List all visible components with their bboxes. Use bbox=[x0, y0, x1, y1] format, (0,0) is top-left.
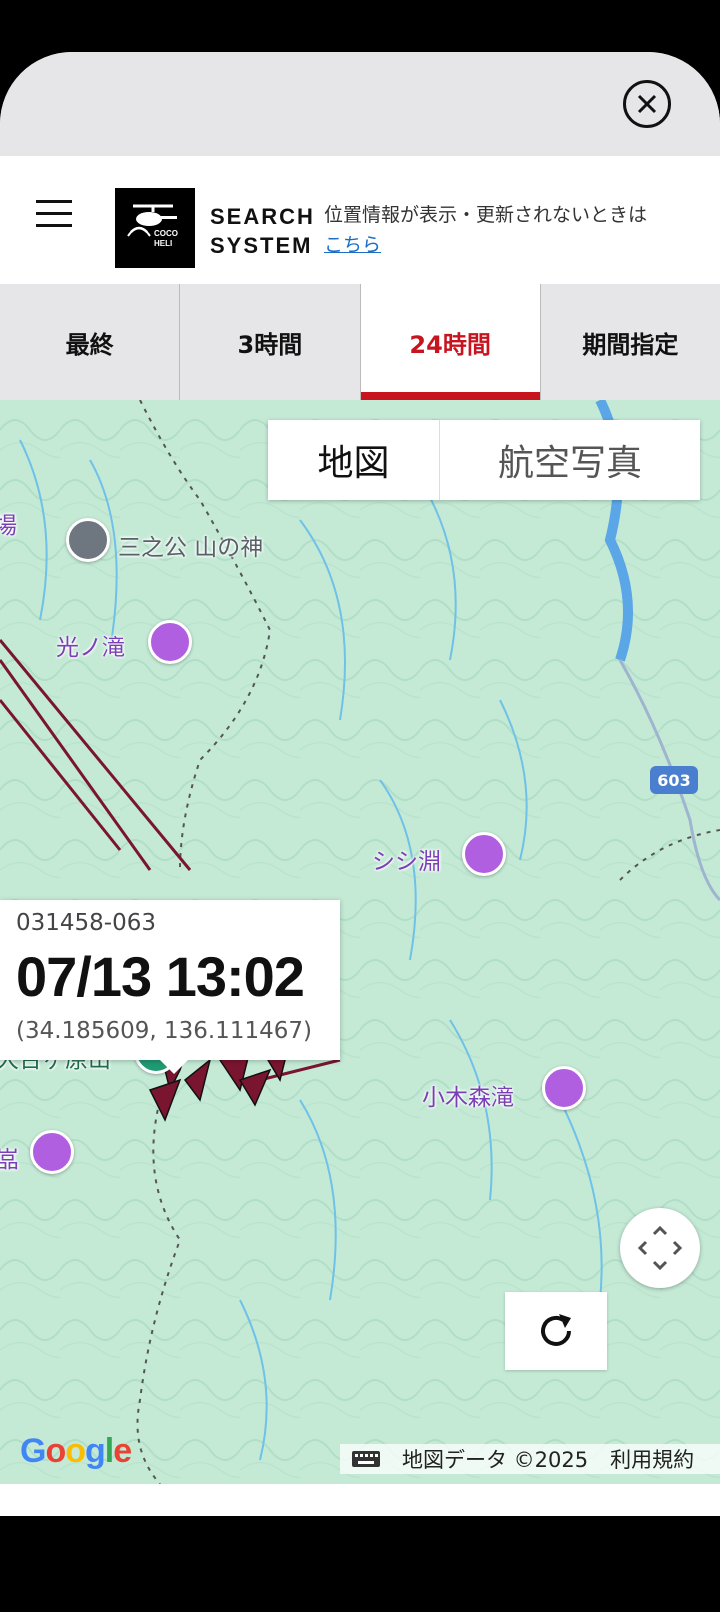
time-range-tabs: 最終 3時間 24時間 期間指定 bbox=[0, 284, 720, 400]
brand-name: SEARCH SYSTEM bbox=[210, 202, 315, 260]
brand-line-1: SEARCH bbox=[210, 204, 315, 229]
poi-label-partial: 場 bbox=[0, 513, 17, 539]
sheet-bottom bbox=[0, 1484, 720, 1516]
close-icon bbox=[637, 94, 657, 114]
road-number-badge: 603 bbox=[650, 766, 698, 794]
tab-custom-range[interactable]: 期間指定 bbox=[540, 284, 720, 400]
poi-icon[interactable] bbox=[30, 1130, 74, 1174]
poi-label-sannoko[interactable]: 三之公 山の神 bbox=[118, 528, 263, 562]
poi-label-partial-2[interactable]: 嵓 bbox=[0, 1140, 19, 1174]
svg-text:COCO: COCO bbox=[154, 229, 178, 238]
move-arrows-icon bbox=[638, 1226, 682, 1270]
hamburger-menu-button[interactable] bbox=[36, 200, 72, 228]
map-attribution: 地図データ ©2025 利用規約 bbox=[340, 1444, 720, 1474]
poi-icon[interactable] bbox=[462, 832, 506, 876]
sheet-handle-bar bbox=[0, 52, 720, 156]
poi-label-kogimori[interactable]: 小木森滝 bbox=[422, 1078, 514, 1112]
device-id: 031458-063 bbox=[16, 910, 156, 936]
poi-icon[interactable] bbox=[148, 620, 192, 664]
map-type-satellite-button[interactable]: 航空写真 bbox=[440, 420, 700, 500]
location-hint: 位置情報が表示・更新されないときは こちら bbox=[324, 200, 647, 260]
map-type-map-button[interactable]: 地図 bbox=[268, 420, 440, 500]
tab-last[interactable]: 最終 bbox=[0, 284, 181, 400]
poi-icon[interactable] bbox=[542, 1066, 586, 1110]
bottom-sheet: COCO HELI SEARCH SYSTEM 位置情報が表示・更新されないとき… bbox=[0, 52, 720, 1516]
hint-text: 位置情報が表示・更新されないときは bbox=[324, 204, 648, 226]
close-button[interactable] bbox=[623, 80, 671, 128]
poi-label-hikarinotaki[interactable]: 光ノ滝 bbox=[56, 628, 125, 662]
shrine-icon[interactable] bbox=[66, 518, 110, 562]
map-view[interactable]: 地図 航空写真 場 三之公 山の神 光ノ滝 603 シシ淵 大台ヶ原山 小木森滝… bbox=[0, 400, 720, 1484]
refresh-button[interactable] bbox=[505, 1292, 607, 1370]
poi-label-shishibuchi[interactable]: シシ淵 bbox=[372, 842, 441, 876]
info-window: 031458-063 07/13 13:02 (34.185609, 136.1… bbox=[0, 900, 340, 1074]
terms-link[interactable]: 利用規約 bbox=[610, 1444, 694, 1474]
brand-line-2: SYSTEM bbox=[210, 233, 313, 258]
map-data-label: 地図データ ©2025 bbox=[402, 1448, 589, 1472]
google-logo: Google bbox=[20, 1432, 132, 1470]
coordinates: (34.185609, 136.111467) bbox=[16, 1018, 312, 1044]
tab-24h[interactable]: 24時間 bbox=[360, 284, 541, 400]
timestamp: 07/13 13:02 bbox=[16, 945, 305, 1008]
refresh-icon bbox=[541, 1314, 571, 1346]
map-type-toggle: 地図 航空写真 bbox=[268, 420, 700, 500]
svg-text:HELI: HELI bbox=[154, 239, 172, 248]
tab-3h[interactable]: 3時間 bbox=[180, 284, 361, 400]
app-header: COCO HELI SEARCH SYSTEM 位置情報が表示・更新されないとき… bbox=[0, 156, 720, 284]
keyboard-shortcuts-button[interactable] bbox=[340, 1450, 392, 1468]
pan-button[interactable] bbox=[620, 1208, 700, 1288]
keyboard-icon bbox=[352, 1451, 380, 1467]
brand-logo: COCO HELI bbox=[115, 188, 195, 268]
hint-link[interactable]: こちら bbox=[324, 234, 381, 256]
helicopter-icon: COCO HELI bbox=[127, 204, 178, 248]
